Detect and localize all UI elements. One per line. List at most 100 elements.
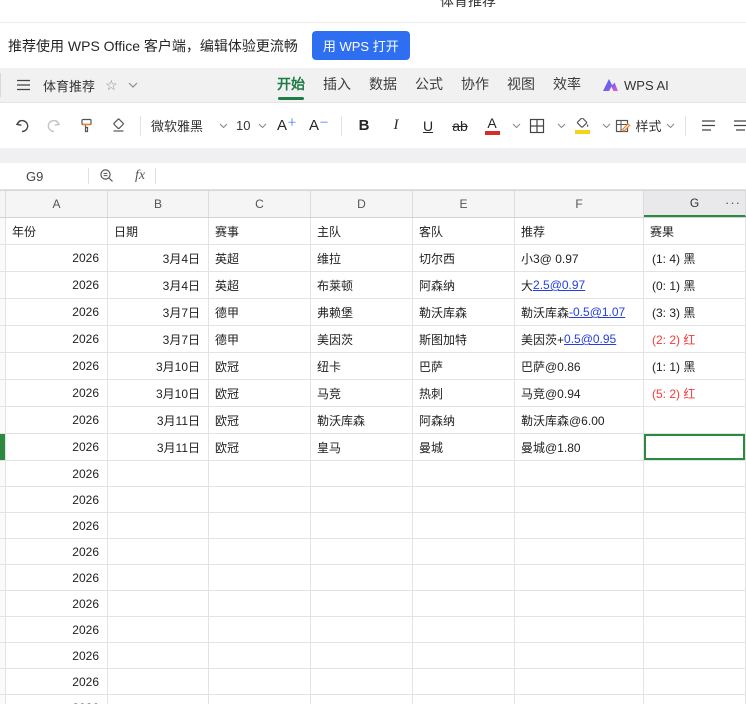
selected-cell[interactable] xyxy=(644,434,746,460)
empty-cell[interactable] xyxy=(311,461,413,486)
empty-cell[interactable] xyxy=(515,513,644,538)
cell-away[interactable]: 巴萨 xyxy=(413,353,515,379)
empty-cell[interactable] xyxy=(311,695,413,704)
cell-date[interactable]: 3月7日 xyxy=(108,299,209,325)
empty-cell[interactable] xyxy=(311,487,413,512)
cell-away[interactable]: 斯图加特 xyxy=(413,326,515,352)
search-icon[interactable] xyxy=(99,168,115,184)
tip-link[interactable]: 2.5@0.97 xyxy=(533,278,585,292)
empty-cell[interactable] xyxy=(311,513,413,538)
empty-cell[interactable] xyxy=(515,617,644,642)
ribbon-tab-6[interactable]: 效率 xyxy=(553,68,581,103)
empty-cell[interactable] xyxy=(108,539,209,564)
cell-date[interactable]: 3月7日 xyxy=(108,326,209,352)
cell-result[interactable]: (2: 2) 红 xyxy=(644,326,746,352)
empty-cell[interactable] xyxy=(644,461,746,486)
empty-cell[interactable] xyxy=(413,695,515,704)
header-cell[interactable]: 年份 xyxy=(6,218,108,244)
cell-league[interactable]: 德甲 xyxy=(209,326,311,352)
undo-button[interactable] xyxy=(10,112,34,140)
empty-cell[interactable] xyxy=(644,643,746,668)
empty-cell[interactable] xyxy=(108,669,209,694)
column-header-A[interactable]: A xyxy=(6,191,108,217)
cell-tip[interactable]: 大 2.5@0.97 xyxy=(515,272,644,298)
cell-result[interactable]: (5: 2) 红 xyxy=(644,380,746,406)
more-columns-button[interactable]: ··· xyxy=(725,195,741,210)
empty-cell[interactable] xyxy=(108,487,209,512)
redo-button[interactable] xyxy=(42,112,66,140)
empty-cell[interactable] xyxy=(209,513,311,538)
empty-cell[interactable] xyxy=(108,461,209,486)
cell-year[interactable]: 2026 xyxy=(6,326,108,352)
empty-cell[interactable] xyxy=(515,565,644,590)
cell-home[interactable]: 皇马 xyxy=(311,434,413,460)
ribbon-tab-3[interactable]: 公式 xyxy=(415,68,443,103)
cell-tip[interactable]: 巴萨@0.86 xyxy=(515,353,644,379)
cell-year[interactable]: 2026 xyxy=(6,513,108,538)
wps-ai-button[interactable]: WPS AI xyxy=(602,78,669,93)
empty-cell[interactable] xyxy=(209,539,311,564)
cell-league[interactable]: 欧冠 xyxy=(209,434,311,460)
cell-year[interactable]: 2026 xyxy=(6,461,108,486)
empty-cell[interactable] xyxy=(515,539,644,564)
empty-cell[interactable] xyxy=(209,669,311,694)
empty-cell[interactable] xyxy=(108,617,209,642)
chevron-down-icon[interactable] xyxy=(602,123,611,129)
empty-cell[interactable] xyxy=(311,643,413,668)
empty-cell[interactable] xyxy=(108,695,209,704)
cell-tip[interactable]: 美因茨+ 0.5@0.95 xyxy=(515,326,644,352)
increase-font-size-button[interactable]: A ＋ xyxy=(275,112,299,140)
empty-cell[interactable] xyxy=(311,617,413,642)
strikethrough-button[interactable]: ab xyxy=(448,112,472,140)
empty-cell[interactable] xyxy=(644,513,746,538)
empty-cell[interactable] xyxy=(108,513,209,538)
decrease-font-size-button[interactable]: A － xyxy=(307,112,331,140)
ribbon-tab-1[interactable]: 插入 xyxy=(323,68,351,103)
italic-button[interactable]: I xyxy=(384,112,408,140)
cell-year[interactable]: 2026 xyxy=(6,565,108,590)
empty-cell[interactable] xyxy=(209,461,311,486)
empty-cell[interactable] xyxy=(644,565,746,590)
cell-home[interactable]: 马竞 xyxy=(311,380,413,406)
empty-cell[interactable] xyxy=(209,695,311,704)
favorite-star-icon[interactable]: ☆ xyxy=(105,77,118,94)
empty-cell[interactable] xyxy=(644,487,746,512)
empty-cell[interactable] xyxy=(644,539,746,564)
chevron-down-icon[interactable] xyxy=(557,123,566,129)
header-cell[interactable]: 日期 xyxy=(108,218,209,244)
underline-button[interactable]: U xyxy=(416,112,440,140)
borders-button[interactable] xyxy=(525,112,549,140)
column-header-F[interactable]: F xyxy=(515,191,644,217)
cell-league[interactable]: 欧冠 xyxy=(209,353,311,379)
cell-away[interactable]: 勒沃库森 xyxy=(413,299,515,325)
cell-away[interactable]: 切尔西 xyxy=(413,245,515,271)
align-left-button[interactable] xyxy=(696,112,720,140)
empty-cell[interactable] xyxy=(644,695,746,704)
cell-home[interactable]: 纽卡 xyxy=(311,353,413,379)
cell-date[interactable]: 3月10日 xyxy=(108,353,209,379)
header-cell[interactable]: 赛果 xyxy=(644,218,746,244)
cell-tip[interactable]: 曼城@1.80 xyxy=(515,434,644,460)
empty-cell[interactable] xyxy=(515,591,644,616)
cell-away[interactable]: 曼城 xyxy=(413,434,515,460)
cell-away[interactable]: 阿森纳 xyxy=(413,407,515,433)
font-color-button[interactable]: A xyxy=(480,112,504,140)
empty-cell[interactable] xyxy=(311,591,413,616)
header-cell[interactable]: 推荐 xyxy=(515,218,644,244)
empty-cell[interactable] xyxy=(209,643,311,668)
cell-result[interactable]: (3: 3) 黑 xyxy=(644,299,746,325)
cell-tip[interactable]: 马竞@0.94 xyxy=(515,380,644,406)
empty-cell[interactable] xyxy=(515,643,644,668)
column-header-B[interactable]: B xyxy=(108,191,209,217)
cell-league[interactable]: 英超 xyxy=(209,245,311,271)
align-center-button[interactable] xyxy=(728,112,746,140)
cell-tip[interactable]: 小3@ 0.97 xyxy=(515,245,644,271)
font-size-select[interactable]: 10 xyxy=(236,118,267,133)
cell-date[interactable]: 3月4日 xyxy=(108,245,209,271)
column-header-C[interactable]: C xyxy=(209,191,311,217)
empty-cell[interactable] xyxy=(209,617,311,642)
cell-tip[interactable]: 勒沃库森@6.00 xyxy=(515,407,644,433)
empty-cell[interactable] xyxy=(311,539,413,564)
open-in-wps-button[interactable]: 用 WPS 打开 xyxy=(311,31,410,60)
empty-cell[interactable] xyxy=(413,461,515,486)
